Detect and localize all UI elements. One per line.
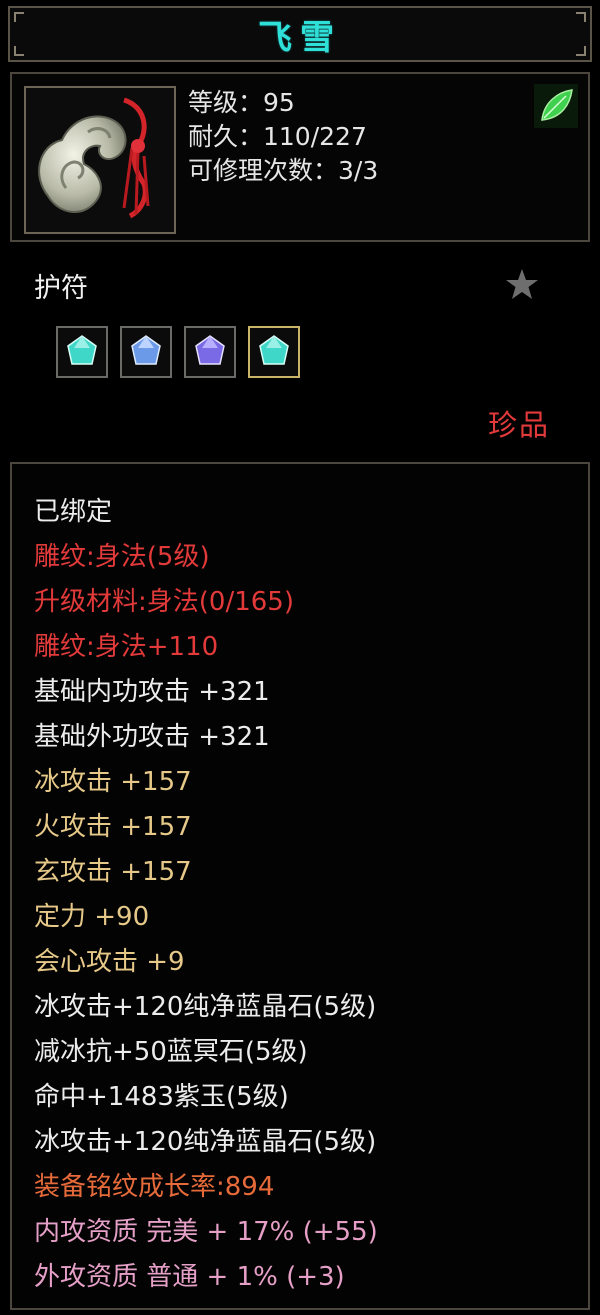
title-bar: 飞雪 bbox=[8, 6, 592, 62]
corner-decoration bbox=[14, 12, 24, 22]
gem-bonus-line: 冰攻击+120纯净蓝晶石(5级) bbox=[34, 1127, 377, 1157]
leaf-icon bbox=[534, 84, 578, 128]
attribute-list: 已绑定 雕纹:身法(5级) 升级材料:身法(0/165) 雕纹:身法+110 基… bbox=[34, 490, 378, 1300]
corner-decoration bbox=[576, 12, 586, 22]
cyan-gem-icon bbox=[67, 335, 97, 365]
attribute-line: 玄攻击 +157 bbox=[34, 857, 192, 887]
attribute-line: 火攻击 +157 bbox=[34, 812, 192, 842]
rarity-label: 珍品 bbox=[488, 408, 551, 442]
gem-slots bbox=[56, 326, 300, 378]
purple-gem-icon bbox=[195, 335, 225, 365]
gem-slot[interactable] bbox=[184, 326, 236, 378]
attributes-panel: 已绑定 雕纹:身法(5级) 升级材料:身法(0/165) 雕纹:身法+110 基… bbox=[10, 462, 590, 1310]
repair-count-line: 可修理次数：3/3 bbox=[188, 156, 379, 185]
gem-bonus-line: 命中+1483紫玉(5级) bbox=[34, 1082, 289, 1112]
blue-gem-icon bbox=[131, 335, 161, 365]
gem-slot[interactable] bbox=[56, 326, 108, 378]
star-icon[interactable] bbox=[504, 266, 540, 302]
corner-decoration bbox=[14, 46, 24, 56]
attribute-line: 会心攻击 +9 bbox=[34, 947, 185, 977]
aptitude-line: 内攻资质 完美 + 17% (+55) bbox=[34, 1217, 378, 1247]
level-line: 等级：95 bbox=[188, 88, 295, 117]
attribute-line: 基础内功攻击 +321 bbox=[34, 677, 270, 707]
gem-slot[interactable] bbox=[120, 326, 172, 378]
engraving-bonus-line: 雕纹:身法+110 bbox=[34, 632, 219, 662]
growth-rate-line: 装备铭纹成长率:894 bbox=[34, 1172, 275, 1202]
bound-status: 已绑定 bbox=[34, 497, 113, 527]
item-stats: 等级：95 耐久：110/227 可修理次数：3/3 bbox=[188, 86, 378, 188]
engraving-line: 雕纹:身法(5级) bbox=[34, 542, 210, 572]
item-tooltip: 飞雪 等级：95 耐久：110/227 可修理次数：3/3 护符 珍品 已绑定 … bbox=[0, 0, 600, 1315]
item-name: 飞雪 bbox=[258, 17, 342, 58]
attribute-line: 基础外功攻击 +321 bbox=[34, 722, 270, 752]
upgrade-material-line: 升级材料:身法(0/165) bbox=[34, 587, 294, 617]
gem-bonus-line: 减冰抗+50蓝冥石(5级) bbox=[34, 1037, 308, 1067]
aptitude-line: 外攻资质 普通 + 1% (+3) bbox=[34, 1262, 345, 1292]
corner-decoration bbox=[576, 46, 586, 56]
gem-bonus-line: 冰攻击+120纯净蓝晶石(5级) bbox=[34, 992, 377, 1022]
cyan-gem-icon bbox=[259, 335, 289, 365]
item-type: 护符 bbox=[34, 273, 88, 304]
jade-amulet-icon[interactable] bbox=[24, 86, 176, 234]
durability-line: 耐久：110/227 bbox=[188, 122, 367, 151]
gem-slot-selected[interactable] bbox=[248, 326, 300, 378]
item-info-panel: 等级：95 耐久：110/227 可修理次数：3/3 bbox=[10, 72, 590, 242]
attribute-line: 定力 +90 bbox=[34, 902, 150, 932]
attribute-line: 冰攻击 +157 bbox=[34, 767, 192, 797]
